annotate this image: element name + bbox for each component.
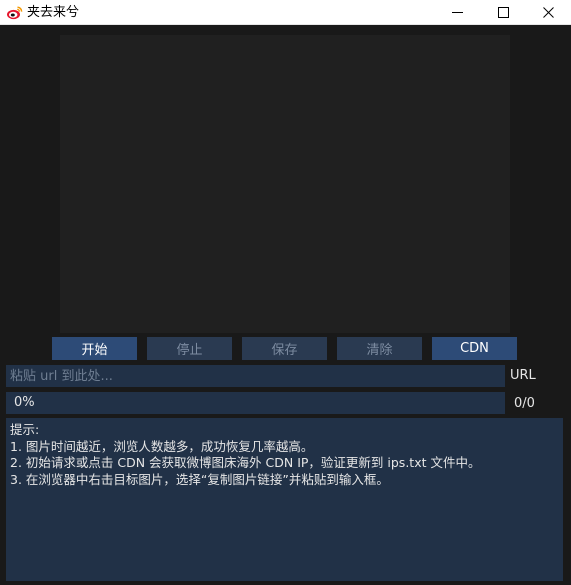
- save-button[interactable]: 保存: [242, 337, 327, 360]
- progress-count: 0/0: [514, 396, 535, 411]
- tips-line: 1. 图片时间越近，浏览人数越多，成功恢复几率越高。: [10, 438, 314, 454]
- image-preview-area: [60, 35, 510, 333]
- tips-heading: 提示:: [10, 422, 40, 437]
- tips-line: 3. 在浏览器中右击目标图片，选择“复制图片链接”并粘贴到输入框。: [10, 471, 389, 487]
- progress-bar: 0%: [6, 392, 505, 414]
- url-input[interactable]: [6, 365, 505, 387]
- close-button[interactable]: [525, 0, 571, 24]
- stop-button[interactable]: 停止: [147, 337, 232, 360]
- cdn-button[interactable]: CDN: [432, 337, 517, 360]
- title-bar[interactable]: 夹去来兮: [0, 0, 571, 25]
- tips-line: 2. 初始请求或点击 CDN 会获取微博图床海外 CDN IP，验证更新到 ip…: [10, 455, 481, 470]
- app-window: 夹去来兮 开始 停止 保存 清除 CDN URL 0% 0/0 提示: 1. 图…: [0, 0, 571, 585]
- close-icon: [542, 6, 554, 18]
- progress-percent: 0%: [14, 395, 35, 410]
- minimize-icon: [451, 7, 463, 18]
- weibo-logo-icon: [6, 4, 23, 21]
- minimize-button[interactable]: [434, 0, 480, 24]
- url-label: URL: [510, 368, 536, 383]
- maximize-button[interactable]: [480, 0, 526, 24]
- maximize-icon: [497, 6, 509, 18]
- clear-button[interactable]: 清除: [337, 337, 422, 360]
- window-title: 夹去来兮: [27, 5, 80, 20]
- start-button[interactable]: 开始: [52, 337, 137, 360]
- tips-panel: 提示: 1. 图片时间越近，浏览人数越多，成功恢复几率越高。 2. 初始请求或点…: [6, 418, 563, 581]
